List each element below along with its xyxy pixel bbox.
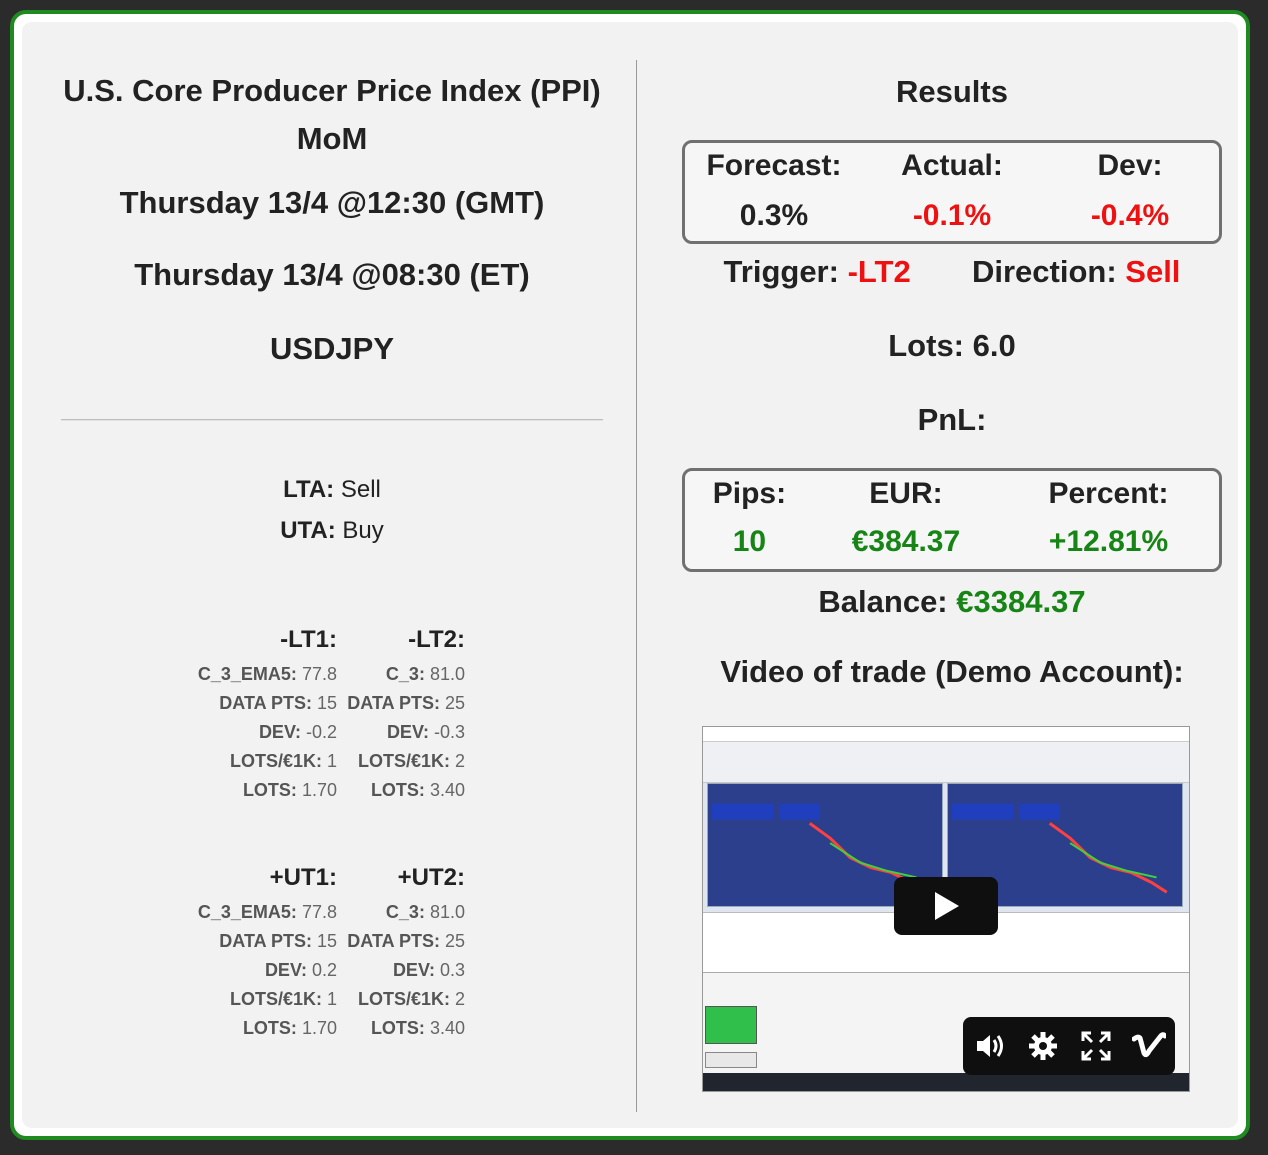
dev-label: Dev: bbox=[1097, 149, 1163, 182]
trigger-row: LOTS: 1.70 bbox=[242, 1018, 337, 1038]
trigger-header: +UT1: bbox=[269, 864, 337, 891]
balance-line: Balance: €3384.37 bbox=[672, 584, 1232, 620]
balance-label: Balance: bbox=[818, 584, 948, 619]
fullscreen-button[interactable] bbox=[1079, 1029, 1113, 1063]
dev-cell: Dev: -0.4% bbox=[1041, 149, 1219, 233]
page-frame: U.S. Core Producer Price Index (PPI) MoM… bbox=[10, 10, 1250, 1140]
play-icon bbox=[935, 892, 959, 920]
vimeo-icon bbox=[1131, 1032, 1166, 1058]
trigger-row: DATA PTS: 25 bbox=[347, 693, 465, 713]
trigger-row: LOTS/€1K: 2 bbox=[357, 751, 465, 771]
results-column: Results Forecast: 0.3% Actual: -0.1% Dev… bbox=[672, 22, 1232, 690]
content-panel: U.S. Core Producer Price Index (PPI) MoM… bbox=[22, 22, 1238, 1128]
trigger-row: DEV: -0.2 bbox=[258, 722, 337, 742]
percent-cell: Percent: +12.81% bbox=[998, 477, 1219, 559]
trigger-row: LOTS: 3.40 bbox=[370, 780, 465, 800]
event-column: U.S. Core Producer Price Index (PPI) MoM… bbox=[52, 22, 612, 1038]
trigger-row: DATA PTS: 15 bbox=[219, 931, 337, 951]
vimeo-logo-button[interactable] bbox=[1131, 1029, 1166, 1063]
play-button[interactable] bbox=[894, 877, 998, 935]
pips-value: 10 bbox=[732, 525, 767, 558]
forecast-value: 0.3% bbox=[739, 199, 809, 232]
lta-line: LTA: Sell bbox=[52, 469, 612, 510]
trigger-value: -LT2 bbox=[847, 254, 911, 289]
forecast-cell: Forecast: 0.3% bbox=[685, 149, 863, 233]
dev-value: -0.4% bbox=[1090, 199, 1170, 232]
trigger-row: C_3_EMA5: 77.8 bbox=[197, 664, 337, 684]
event-time-gmt: Thursday 13/4 @12:30 (GMT) bbox=[119, 185, 545, 220]
uta-line: UTA: Buy bbox=[52, 510, 612, 551]
forecast-label: Forecast: bbox=[706, 149, 842, 182]
trigger-lt1: -LT1: C_3_EMA5: 77.8 DATA PTS: 15 DEV: -… bbox=[198, 620, 337, 805]
fullscreen-icon bbox=[1081, 1031, 1110, 1061]
trigger-row: LOTS: 3.40 bbox=[370, 1018, 465, 1038]
section-divider bbox=[61, 419, 603, 421]
video-setup-clicks-button bbox=[705, 1052, 757, 1068]
trigger-header: +UT2: bbox=[397, 864, 465, 891]
trigger-row: DATA PTS: 25 bbox=[347, 931, 465, 951]
actual-label: Actual: bbox=[901, 149, 1003, 182]
results-heading: Results bbox=[896, 74, 1008, 109]
eur-cell: EUR: €384.37 bbox=[814, 477, 998, 559]
pips-label: Pips: bbox=[712, 477, 787, 510]
trigger-row: DEV: 0.2 bbox=[264, 960, 337, 980]
lta-value: Sell bbox=[340, 476, 381, 503]
percent-label: Percent: bbox=[1048, 477, 1169, 510]
trigger-row: LOTS/€1K: 1 bbox=[229, 989, 337, 1009]
trigger-label: Trigger: bbox=[723, 254, 839, 289]
trade-video-player[interactable] bbox=[702, 726, 1190, 1092]
currency-pair: USDJPY bbox=[269, 331, 395, 366]
pnl-label: PnL: bbox=[917, 402, 987, 437]
direction-value: Sell bbox=[1125, 254, 1181, 289]
video-controls bbox=[963, 1017, 1175, 1075]
trigger-row: C_3: 81.0 bbox=[385, 664, 465, 684]
trigger-row: LOTS/€1K: 1 bbox=[229, 751, 337, 771]
trigger-direction-line: Trigger: -LT2 Direction: Sell bbox=[672, 254, 1232, 290]
gear-icon bbox=[1028, 1032, 1057, 1060]
trigger-header: -LT2: bbox=[408, 626, 465, 653]
direction-label: Direction: bbox=[971, 254, 1117, 289]
trigger-header: -LT1: bbox=[280, 626, 337, 653]
trigger-row: C_3: 81.0 bbox=[385, 902, 465, 922]
trigger-row: LOTS/€1K: 2 bbox=[357, 989, 465, 1009]
column-divider bbox=[636, 60, 637, 1112]
trigger-row: LOTS: 1.70 bbox=[242, 780, 337, 800]
balance-value: €3384.37 bbox=[956, 584, 1086, 619]
trigger-row: DEV: -0.3 bbox=[386, 722, 465, 742]
trigger-lt2: -LT2: C_3: 81.0 DATA PTS: 25 DEV: -0.3 L… bbox=[347, 620, 465, 805]
trigger-row: C_3_EMA5: 77.8 bbox=[197, 902, 337, 922]
forecast-box: Forecast: 0.3% Actual: -0.1% Dev: -0.4% bbox=[682, 140, 1222, 244]
video-trading-active-button bbox=[705, 1006, 757, 1044]
trigger-row: DATA PTS: 15 bbox=[219, 693, 337, 713]
lots-value: 6.0 bbox=[972, 328, 1016, 363]
event-title: U.S. Core Producer Price Index (PPI) MoM bbox=[63, 73, 601, 156]
lots-label: Lots: bbox=[888, 328, 965, 363]
eur-label: EUR: bbox=[869, 477, 943, 510]
pnl-box: Pips: 10 EUR: €384.37 Percent: +12.81% bbox=[682, 468, 1222, 572]
video-platform-toolbar bbox=[703, 742, 1189, 783]
volume-button[interactable] bbox=[973, 1029, 1007, 1063]
percent-value: +12.81% bbox=[1048, 525, 1169, 558]
event-time-et: Thursday 13/4 @08:30 (ET) bbox=[134, 257, 530, 292]
uta-label: UTA: bbox=[280, 517, 336, 544]
trigger-ut1: +UT1: C_3_EMA5: 77.8 DATA PTS: 15 DEV: 0… bbox=[198, 858, 337, 1043]
video-heading: Video of trade (Demo Account): bbox=[720, 654, 1184, 689]
volume-icon bbox=[976, 1035, 1003, 1057]
actual-cell: Actual: -0.1% bbox=[863, 149, 1041, 233]
uta-value: Buy bbox=[342, 517, 384, 544]
eur-value: €384.37 bbox=[851, 525, 961, 558]
trigger-row: DEV: 0.3 bbox=[392, 960, 465, 980]
video-taskbar bbox=[703, 1073, 1189, 1091]
technical-analysis: LTA: Sell UTA: Buy bbox=[52, 469, 612, 551]
video-window-titlebar bbox=[703, 727, 1189, 742]
lots-line: Lots: 6.0 bbox=[672, 328, 1232, 364]
pips-cell: Pips: 10 bbox=[685, 477, 814, 559]
lta-label: LTA: bbox=[283, 476, 335, 503]
trigger-ut2: +UT2: C_3: 81.0 DATA PTS: 25 DEV: 0.3 LO… bbox=[347, 858, 465, 1043]
settings-button[interactable] bbox=[1026, 1029, 1060, 1063]
actual-value: -0.1% bbox=[912, 199, 992, 232]
